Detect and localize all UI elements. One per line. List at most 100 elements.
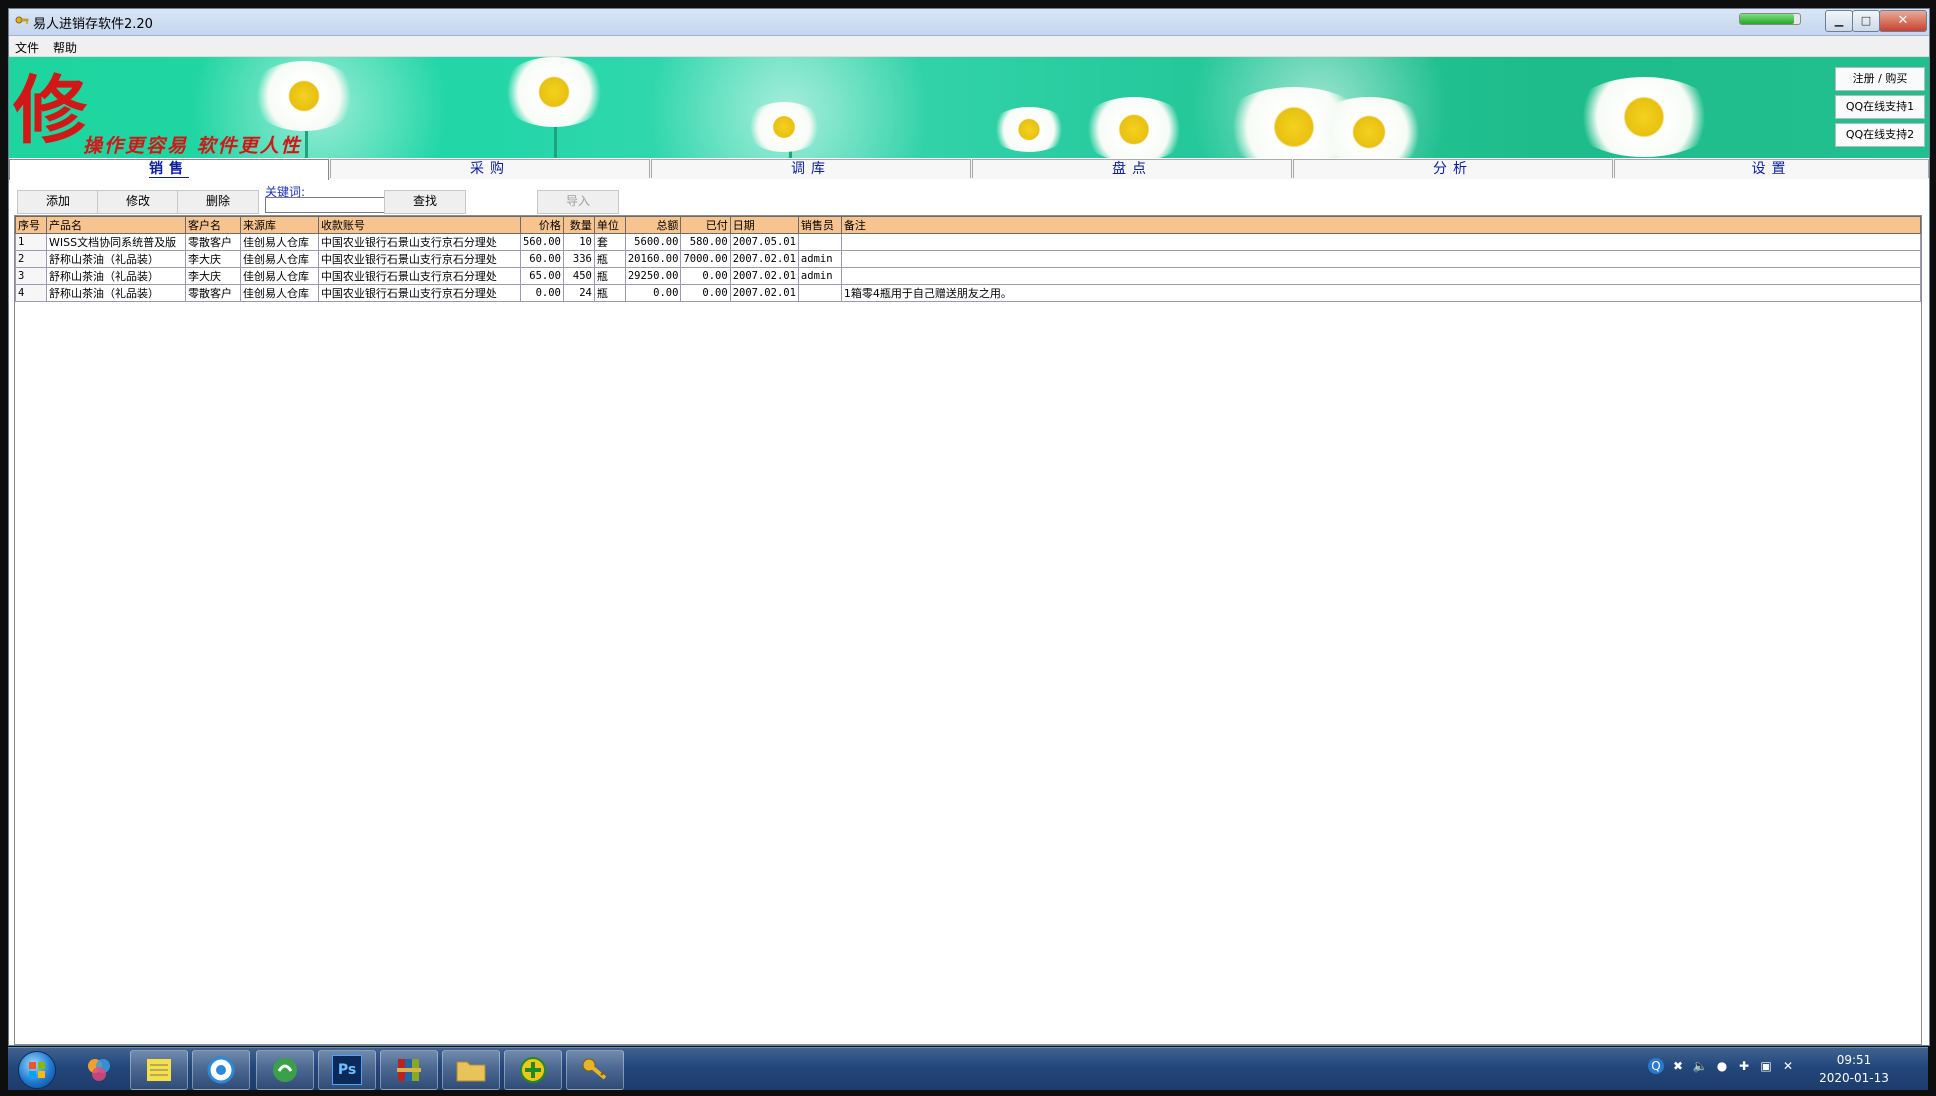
banner: 修 操作更容易 软件更人性 注册 / 购买 QQ在线支持1 QQ在线支持2 xyxy=(9,57,1929,158)
table-row[interactable]: 3 舒称山茶油（礼品装） 李大庆 佳创易人仓库 中国农业银行石景山支行京石分理处 65.0… xyxy=(15,267,1922,285)
plus-app-icon[interactable] xyxy=(504,1050,562,1090)
table-cell: 580.00 xyxy=(680,233,731,251)
table-row[interactable]: 1 WISS文档协同系统普及版 零散客户 佳创易人仓库 中国农业银行石景山支行京石分理处… xyxy=(15,233,1922,251)
column-header[interactable]: 已付 xyxy=(680,216,731,234)
clock[interactable]: 09:51 2020-01-13 xyxy=(1818,1051,1890,1087)
menu-help[interactable]: 帮助 xyxy=(53,39,77,56)
table-cell: admin xyxy=(797,267,842,285)
table-cell: 舒称山茶油（礼品装） xyxy=(45,250,186,268)
column-header[interactable]: 收款账号 xyxy=(317,216,521,234)
table-cell: 60.00 xyxy=(519,250,564,268)
search-button[interactable]: 查找 xyxy=(384,190,466,214)
delete-button[interactable]: 删除 xyxy=(177,190,259,214)
title-progress-bar xyxy=(1739,13,1801,25)
color-app-icon[interactable] xyxy=(70,1050,128,1090)
column-header[interactable]: 备注 xyxy=(840,216,1922,234)
key-app-icon[interactable] xyxy=(566,1050,624,1090)
register-buy-button[interactable]: 注册 / 购买 xyxy=(1835,67,1925,91)
tab-sales[interactable]: 销售 xyxy=(9,159,329,180)
edit-button[interactable]: 修改 xyxy=(97,190,179,214)
folder-icon[interactable] xyxy=(442,1050,500,1090)
add-button[interactable]: 添加 xyxy=(17,190,99,214)
table-row[interactable]: 2 舒称山茶油（礼品装） 李大庆 佳创易人仓库 中国农业银行石景山支行京石分理处 60.0… xyxy=(15,250,1922,268)
flower-image xyxy=(1569,77,1719,157)
table-row[interactable]: 4 舒称山茶油（礼品装） 零散客户 佳创易人仓库 中国农业银行石景山支行京石分理处 0.0… xyxy=(15,284,1922,302)
tab-settings[interactable]: 设置 xyxy=(1614,159,1929,178)
table-cell: 零散客户 xyxy=(184,233,241,251)
column-header[interactable]: 单位 xyxy=(593,216,626,234)
volume-icon[interactable]: 🔈 xyxy=(1692,1058,1708,1074)
browser-icon[interactable] xyxy=(192,1050,250,1090)
tab-transfer[interactable]: 调库 xyxy=(651,159,971,178)
qq-support-1-button[interactable]: QQ在线支持1 xyxy=(1835,95,1925,119)
module-tabs: 销售 采购 调库 盘点 分析 设置 xyxy=(9,159,1929,180)
table-cell xyxy=(797,284,842,302)
column-header[interactable]: 数量 xyxy=(562,216,595,234)
column-header[interactable]: 总额 xyxy=(624,216,682,234)
table-cell: 0.00 xyxy=(680,267,731,285)
qq-support-2-button[interactable]: QQ在线支持2 xyxy=(1835,123,1925,147)
windows-logo-icon xyxy=(29,1062,45,1078)
table-cell: admin xyxy=(797,250,842,268)
table-cell xyxy=(797,233,842,251)
clock-time: 09:51 xyxy=(1836,1053,1872,1067)
photoshop-icon[interactable]: Ps xyxy=(318,1050,376,1090)
table-cell: 中国农业银行石景山支行京石分理处 xyxy=(317,284,521,302)
table-cell: 2007.02.01 xyxy=(729,267,799,285)
table-cell: 舒称山茶油（礼品装） xyxy=(45,267,186,285)
table-cell: 2007.02.01 xyxy=(729,284,799,302)
table-cell: 瓶 xyxy=(593,250,626,268)
table-cell: 560.00 xyxy=(519,233,564,251)
minimize-button[interactable]: ▁ xyxy=(1825,10,1853,32)
notepad-icon[interactable] xyxy=(130,1050,188,1090)
sync-app-icon[interactable] xyxy=(256,1050,314,1090)
keyword-input[interactable] xyxy=(265,197,389,213)
tab-inventory-check[interactable]: 盘点 xyxy=(972,159,1292,178)
column-header[interactable]: 来源库 xyxy=(239,216,319,234)
column-header[interactable]: 价格 xyxy=(519,216,564,234)
import-button[interactable]: 导入 xyxy=(537,190,619,214)
tab-analysis[interactable]: 分析 xyxy=(1293,159,1613,178)
close-button[interactable]: ✕ xyxy=(1879,10,1927,32)
table-cell: 2007.02.01 xyxy=(729,250,799,268)
window-title: 易人进销存软件2.20 xyxy=(33,17,153,32)
flower-image xyxy=(249,61,359,131)
tab-purchase[interactable]: 采购 xyxy=(330,159,650,178)
menu-bar: 文件 帮助 xyxy=(9,36,1929,57)
column-header[interactable]: 产品名 xyxy=(45,216,186,234)
table-cell: 1箱零4瓶用于自己赠送朋友之用。 xyxy=(840,284,1922,302)
column-header[interactable]: 销售员 xyxy=(797,216,842,234)
table-cell: 佳创易人仓库 xyxy=(239,267,319,285)
stop-icon[interactable]: ✖ xyxy=(1670,1058,1686,1074)
table-cell: 65.00 xyxy=(519,267,564,285)
table-cell: 2007.05.01 xyxy=(729,233,799,251)
qq-icon[interactable]: Q xyxy=(1648,1058,1664,1074)
table-cell: 0.00 xyxy=(624,284,682,302)
sales-grid[interactable]: 序号 产品名 客户名 来源库 收款账号 价格 数量 单位 总额 已付 日期 销售员 备注 1 WISS文档… xyxy=(14,215,1922,1045)
table-cell: 中国农业银行石景山支行京石分理处 xyxy=(317,267,521,285)
column-header[interactable]: 序号 xyxy=(15,216,47,234)
column-header[interactable]: 客户名 xyxy=(184,216,241,234)
penguin-icon[interactable]: ● xyxy=(1714,1058,1730,1074)
table-cell: 0.00 xyxy=(680,284,731,302)
table-cell: 套 xyxy=(593,233,626,251)
archive-icon[interactable] xyxy=(380,1050,438,1090)
clock-date: 2020-01-13 xyxy=(1819,1071,1889,1085)
table-cell: 佳创易人仓库 xyxy=(239,250,319,268)
table-cell: 450 xyxy=(562,267,595,285)
start-button[interactable] xyxy=(18,1051,56,1089)
table-cell: 24 xyxy=(562,284,595,302)
flower-image xyxy=(989,107,1069,152)
flower-image xyxy=(499,57,609,127)
maximize-button[interactable]: □ xyxy=(1852,10,1880,32)
menu-file[interactable]: 文件 xyxy=(15,39,39,56)
plus-tray-icon[interactable]: ✚ xyxy=(1736,1058,1752,1074)
table-cell: 336 xyxy=(562,250,595,268)
table-cell: 瓶 xyxy=(593,267,626,285)
flower-image xyxy=(744,102,824,152)
network-icon[interactable]: ▣ xyxy=(1758,1058,1774,1074)
taskbar: Ps Q ✖ 🔈 ● ✚ ▣ ✕ 09:51 2020-01-13 xyxy=(8,1047,1928,1090)
table-cell: WISS文档协同系统普及版 xyxy=(45,233,186,251)
mute-icon[interactable]: ✕ xyxy=(1780,1058,1796,1074)
column-header[interactable]: 日期 xyxy=(729,216,799,234)
